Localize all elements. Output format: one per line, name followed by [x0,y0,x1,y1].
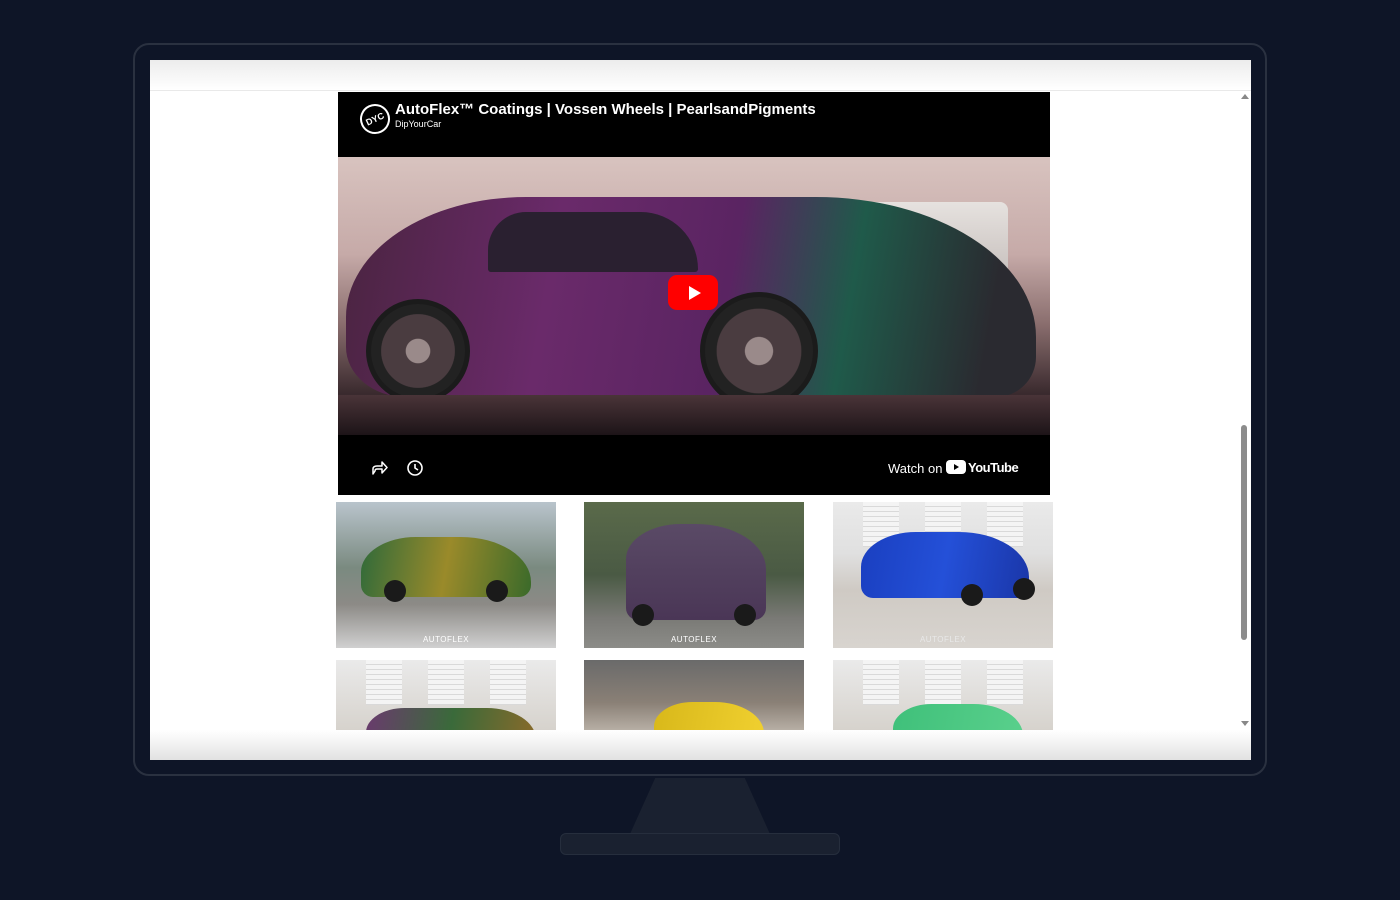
gallery-item[interactable] [833,660,1053,731]
gallery-item[interactable]: AUTOFLEX [584,502,804,648]
gallery-item[interactable]: AUTOFLEX [833,502,1053,648]
scroll-down-arrow-icon[interactable] [1241,721,1249,726]
monitor-stand-neck [630,778,770,834]
rear-wheel [366,299,470,403]
front-wheel [700,292,818,410]
watermark: AUTOFLEX [670,635,718,644]
screen: DYC AutoFlex™ Coatings | Vossen Wheels |… [150,60,1251,760]
youtube-logo-icon[interactable] [946,460,966,474]
watch-on-label[interactable]: Watch on [888,461,942,476]
channel-logo[interactable]: DYC [355,99,395,139]
car-image [654,702,764,731]
channel-name[interactable]: DipYourCar [395,119,441,129]
video-header: DYC AutoFlex™ Coatings | Vossen Wheels |… [338,92,1050,157]
watch-later-icon[interactable] [406,459,424,477]
car-image [861,532,1029,598]
gallery-item[interactable] [336,660,556,731]
screen-top-fade [150,60,1251,91]
watermark: AUTOFLEX [422,635,470,644]
monitor-stand-base [560,833,840,855]
car-window [488,212,698,272]
screen-bottom-fade [150,730,1251,760]
play-button[interactable] [668,275,718,310]
scroll-up-arrow-icon[interactable] [1241,94,1249,99]
play-icon [688,285,701,300]
share-icon[interactable] [370,459,388,477]
video-title[interactable]: AutoFlex™ Coatings | Vossen Wheels | Pea… [395,101,816,118]
vertical-scrollbar[interactable] [1238,90,1250,730]
gallery-item[interactable]: AUTOFLEX [336,502,556,648]
car-image [893,704,1023,731]
ground-reflection [338,395,1050,435]
watermark: AUTOFLEX [919,635,967,644]
car-image [366,708,536,731]
video-footer: Watch on YouTube [338,435,1050,495]
youtube-wordmark[interactable]: YouTube [968,460,1019,475]
gallery-item[interactable] [584,660,804,731]
youtube-embed[interactable]: DYC AutoFlex™ Coatings | Vossen Wheels |… [338,92,1050,495]
scrollbar-thumb[interactable] [1241,425,1247,640]
